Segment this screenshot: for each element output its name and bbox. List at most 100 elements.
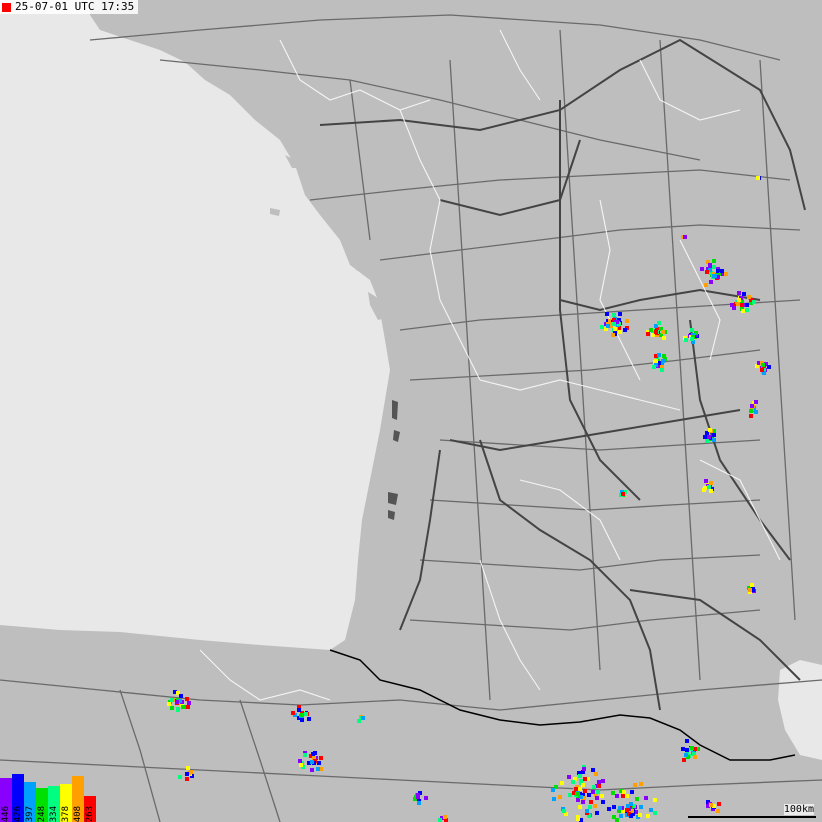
lightning-strike: [690, 328, 694, 332]
lightning-strike: [310, 768, 314, 772]
lightning-strike: [708, 263, 712, 267]
lightning-strike: [639, 782, 643, 786]
lightning-strike: [712, 438, 716, 442]
lightning-strike: [741, 309, 745, 313]
legend-item: 397: [24, 782, 36, 822]
lightning-strike: [291, 711, 295, 715]
lightning-strike: [732, 306, 736, 310]
lightning-strike: [581, 800, 585, 804]
lightning-strike: [629, 814, 633, 818]
lightning-strike: [750, 583, 754, 587]
lightning-strike: [742, 292, 746, 296]
lightning-strike: [626, 804, 630, 808]
lightning-strike: [693, 755, 697, 759]
lightning-strike: [724, 272, 728, 276]
lightning-strike: [653, 798, 657, 802]
lightning-strike: [579, 795, 583, 799]
lightning-strike: [737, 298, 741, 302]
lightning-strike: [578, 805, 582, 809]
lightning-strike: [594, 772, 598, 776]
lightning-strike: [649, 328, 653, 332]
lightning-strike: [703, 486, 707, 490]
lightning-strike: [571, 780, 575, 784]
lightning-strike: [615, 794, 619, 798]
lightning-strike: [181, 705, 185, 709]
lightning-strike: [568, 793, 572, 797]
lightning-strike: [646, 332, 650, 336]
lightning-strike: [297, 708, 301, 712]
lightning-strike: [574, 787, 578, 791]
lightning-strike: [690, 337, 694, 341]
lightning-strike: [618, 806, 622, 810]
lightning-strike: [754, 410, 758, 414]
status-marker-icon: [2, 2, 11, 12]
legend-item: 426: [12, 774, 24, 822]
lightning-strike: [299, 763, 303, 767]
lightning-strike: [575, 792, 579, 796]
lightning-strike: [685, 739, 689, 743]
lightning-strike: [623, 328, 627, 332]
timestamp-header: 25-07-01 UTC 17:35: [0, 0, 139, 14]
lightning-strike: [595, 811, 599, 815]
lightning-strike: [618, 330, 622, 334]
lightning-strike: [185, 772, 189, 776]
lightning-strike: [311, 752, 315, 756]
lightning-strike: [175, 700, 179, 704]
lightning-strike: [591, 790, 595, 794]
legend-label: 397: [25, 805, 35, 822]
lightning-strike: [600, 794, 604, 798]
lightning-strike: [596, 790, 600, 794]
lightning-strike: [593, 804, 597, 808]
lightning-strike: [682, 758, 686, 762]
lightning-strike: [705, 439, 709, 443]
lake-hourtin: [392, 400, 398, 420]
lightning-strike: [660, 368, 664, 372]
lightning-strike: [690, 746, 694, 750]
lightning-strike: [562, 809, 566, 813]
lightning-strike: [176, 707, 180, 711]
lightning-map: [0, 0, 822, 822]
lightning-strike: [704, 479, 708, 483]
legend-label: 426: [13, 805, 23, 822]
lightning-strike: [703, 435, 707, 439]
lightning-strike: [638, 813, 642, 817]
lightning-strike: [683, 235, 687, 239]
legend: 446 426 397 248 334 378 408 263: [0, 774, 96, 822]
lightning-strike: [303, 753, 307, 757]
legend-item: 446: [0, 778, 12, 822]
lightning-strike: [185, 697, 189, 701]
lightning-strike: [567, 775, 571, 779]
lightning-strike: [652, 365, 656, 369]
lightning-strike: [707, 435, 711, 439]
lightning-strike: [606, 324, 610, 328]
lightning-strike: [558, 795, 562, 799]
lightning-strike: [595, 796, 599, 800]
timestamp-text: 25-07-01 UTC 17:35: [15, 0, 135, 13]
lightning-strike: [582, 767, 586, 771]
lightning-strike: [646, 814, 650, 818]
lightning-strike: [750, 404, 754, 408]
lightning-strike: [644, 796, 648, 800]
lightning-strike: [178, 775, 182, 779]
lightning-strike: [767, 365, 771, 369]
lightning-strike: [713, 274, 717, 278]
lightning-strike: [613, 327, 617, 331]
lightning-strike: [300, 713, 304, 717]
lightning-strike: [591, 768, 595, 772]
lightning-strike: [740, 303, 744, 307]
lightning-strike: [633, 783, 637, 787]
lightning-strike: [700, 267, 704, 271]
lightning-strike: [443, 815, 447, 819]
lightning-strike: [424, 796, 428, 800]
lightning-strike: [754, 400, 758, 404]
lightning-strike: [662, 336, 666, 340]
lightning-strike: [611, 333, 615, 337]
legend-label: 263: [85, 805, 95, 822]
lightning-strike: [170, 698, 174, 702]
lightning-strike: [752, 300, 756, 304]
lightning-strike: [684, 338, 688, 342]
lightning-strike: [179, 694, 183, 698]
lightning-strike: [621, 492, 625, 496]
lightning-strike: [661, 359, 665, 363]
legend-item: 378: [60, 784, 72, 822]
